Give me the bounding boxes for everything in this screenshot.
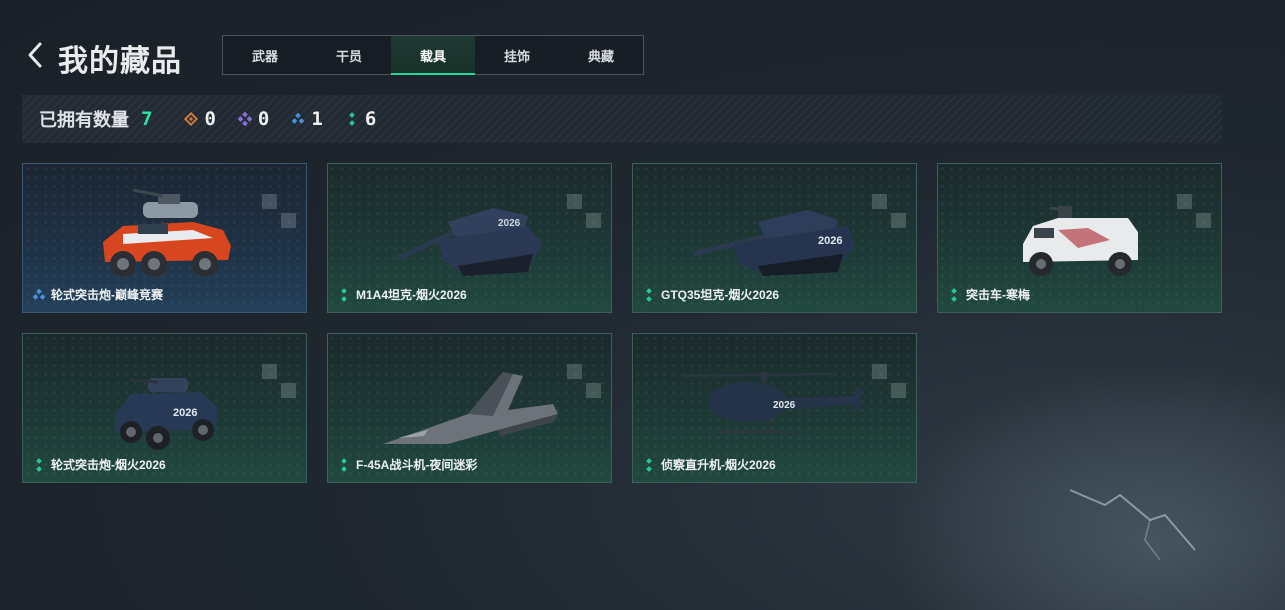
- tab-operators[interactable]: 干员: [307, 36, 391, 74]
- storm-background: [865, 350, 1285, 610]
- page-title: 我的藏品: [58, 45, 182, 78]
- vehicle-card[interactable]: 突击车-寒梅: [937, 163, 1222, 313]
- green-diamond-icon: [341, 458, 347, 472]
- vehicle-card[interactable]: 2026 GTQ35坦克-烟火2026: [632, 163, 917, 313]
- vehicle-card[interactable]: F-45A战斗机-夜间迷彩: [327, 333, 612, 483]
- rarity-count: 1: [311, 108, 323, 130]
- chevron-left-icon: [28, 42, 42, 68]
- green-diamond-icon: [341, 288, 347, 302]
- vehicle-card[interactable]: 轮式突击炮-巅峰竞赛: [22, 163, 307, 313]
- rarity-count: 6: [364, 108, 377, 130]
- owned-count-total: 7: [141, 108, 153, 130]
- tab-label: 武器: [251, 48, 278, 64]
- tank-icon: 2026: [692, 210, 855, 276]
- svg-text:2026: 2026: [773, 400, 796, 411]
- svg-text:2026: 2026: [498, 218, 521, 229]
- svg-text:2026: 2026: [818, 235, 842, 247]
- category-tabs: 武器 干员 载具 挂饰 典藏: [222, 35, 644, 75]
- green-diamond-icon: [951, 288, 957, 302]
- back-button[interactable]: [24, 38, 48, 72]
- rarity-stat-blue: 1: [291, 108, 323, 130]
- blue-diamond-icon: [32, 288, 46, 300]
- owned-count-label: 已拥有数量: [39, 110, 129, 130]
- blue-diamond-icon: [292, 112, 305, 124]
- vehicle-card[interactable]: 2026 M1A4坦克-烟火2026: [327, 163, 612, 313]
- tank-icon: 2026: [396, 208, 543, 276]
- tab-label: 挂饰: [503, 48, 530, 64]
- rarity-stat-orange: 0: [184, 108, 216, 130]
- green-diamond-icon: [36, 458, 42, 472]
- tab-label: 载具: [419, 48, 446, 64]
- tab-collection[interactable]: 典藏: [559, 36, 643, 74]
- vehicle-name: 突击车-寒梅: [966, 288, 1030, 302]
- vehicle-card[interactable]: 2026 侦察直升机-烟火2026: [632, 333, 917, 483]
- green-diamond-icon: [646, 288, 652, 302]
- vehicle-name: F-45A战斗机-夜间迷彩: [356, 458, 478, 472]
- lightning-decoration: [1069, 489, 1196, 561]
- vehicle-name: 侦察直升机-烟火2026: [661, 458, 776, 472]
- purple-diamond-icon: [237, 112, 252, 126]
- wheeled-assault-gun-icon: 2026: [115, 378, 218, 450]
- tab-weapons[interactable]: 武器: [223, 36, 307, 74]
- vehicle-name: M1A4坦克-烟火2026: [356, 288, 467, 302]
- tab-label: 干员: [335, 48, 362, 64]
- wheeled-assault-gun-icon: [103, 188, 231, 277]
- green-diamond-icon: [348, 112, 355, 126]
- tab-charms[interactable]: 挂饰: [475, 36, 559, 74]
- orange-diamond-icon: [184, 112, 199, 126]
- fighter-jet-icon: [383, 372, 558, 444]
- rarity-count: 0: [204, 108, 216, 130]
- vehicle-name: 轮式突击炮-巅峰竞赛: [51, 288, 163, 302]
- rarity-stat-purple: 0: [237, 108, 270, 130]
- vehicle-name: GTQ35坦克-烟火2026: [661, 288, 780, 302]
- assault-vehicle-icon: [1023, 206, 1138, 276]
- tab-label: 典藏: [587, 48, 614, 64]
- owned-count-bar: 已拥有数量 7 0 0 1 6: [22, 95, 1222, 143]
- rarity-stat-green: 6: [345, 108, 376, 130]
- helicopter-icon: 2026: [682, 372, 861, 434]
- vehicle-name: 轮式突击炮-烟火2026: [51, 458, 166, 472]
- rarity-count: 0: [257, 108, 270, 130]
- vehicle-card[interactable]: 2026 轮式突击炮-烟火2026: [22, 333, 307, 483]
- svg-text:2026: 2026: [173, 407, 197, 419]
- tab-vehicles[interactable]: 载具: [391, 36, 475, 75]
- green-diamond-icon: [646, 458, 652, 472]
